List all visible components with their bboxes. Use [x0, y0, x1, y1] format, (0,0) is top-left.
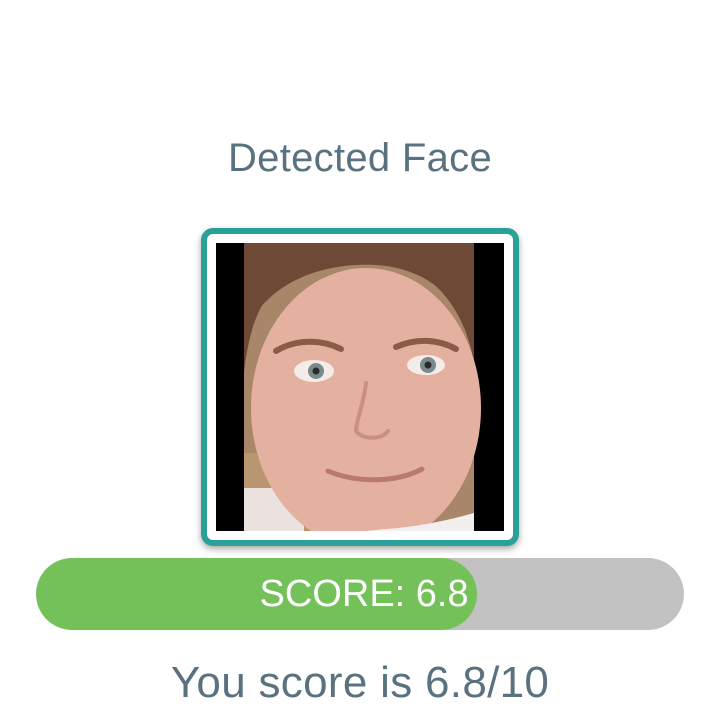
score-progress-fill: SCORE: 6.8 — [36, 558, 477, 630]
score-result-text: You score is 6.8/10 — [170, 658, 550, 707]
score-progress-bar: SCORE: 6.8 — [36, 558, 684, 630]
score-label: SCORE: 6.8 — [259, 573, 469, 615]
detected-face-image — [216, 243, 504, 531]
face-photo-icon — [216, 243, 504, 531]
face-frame — [201, 228, 519, 546]
page-title: Detected Face — [227, 136, 493, 180]
